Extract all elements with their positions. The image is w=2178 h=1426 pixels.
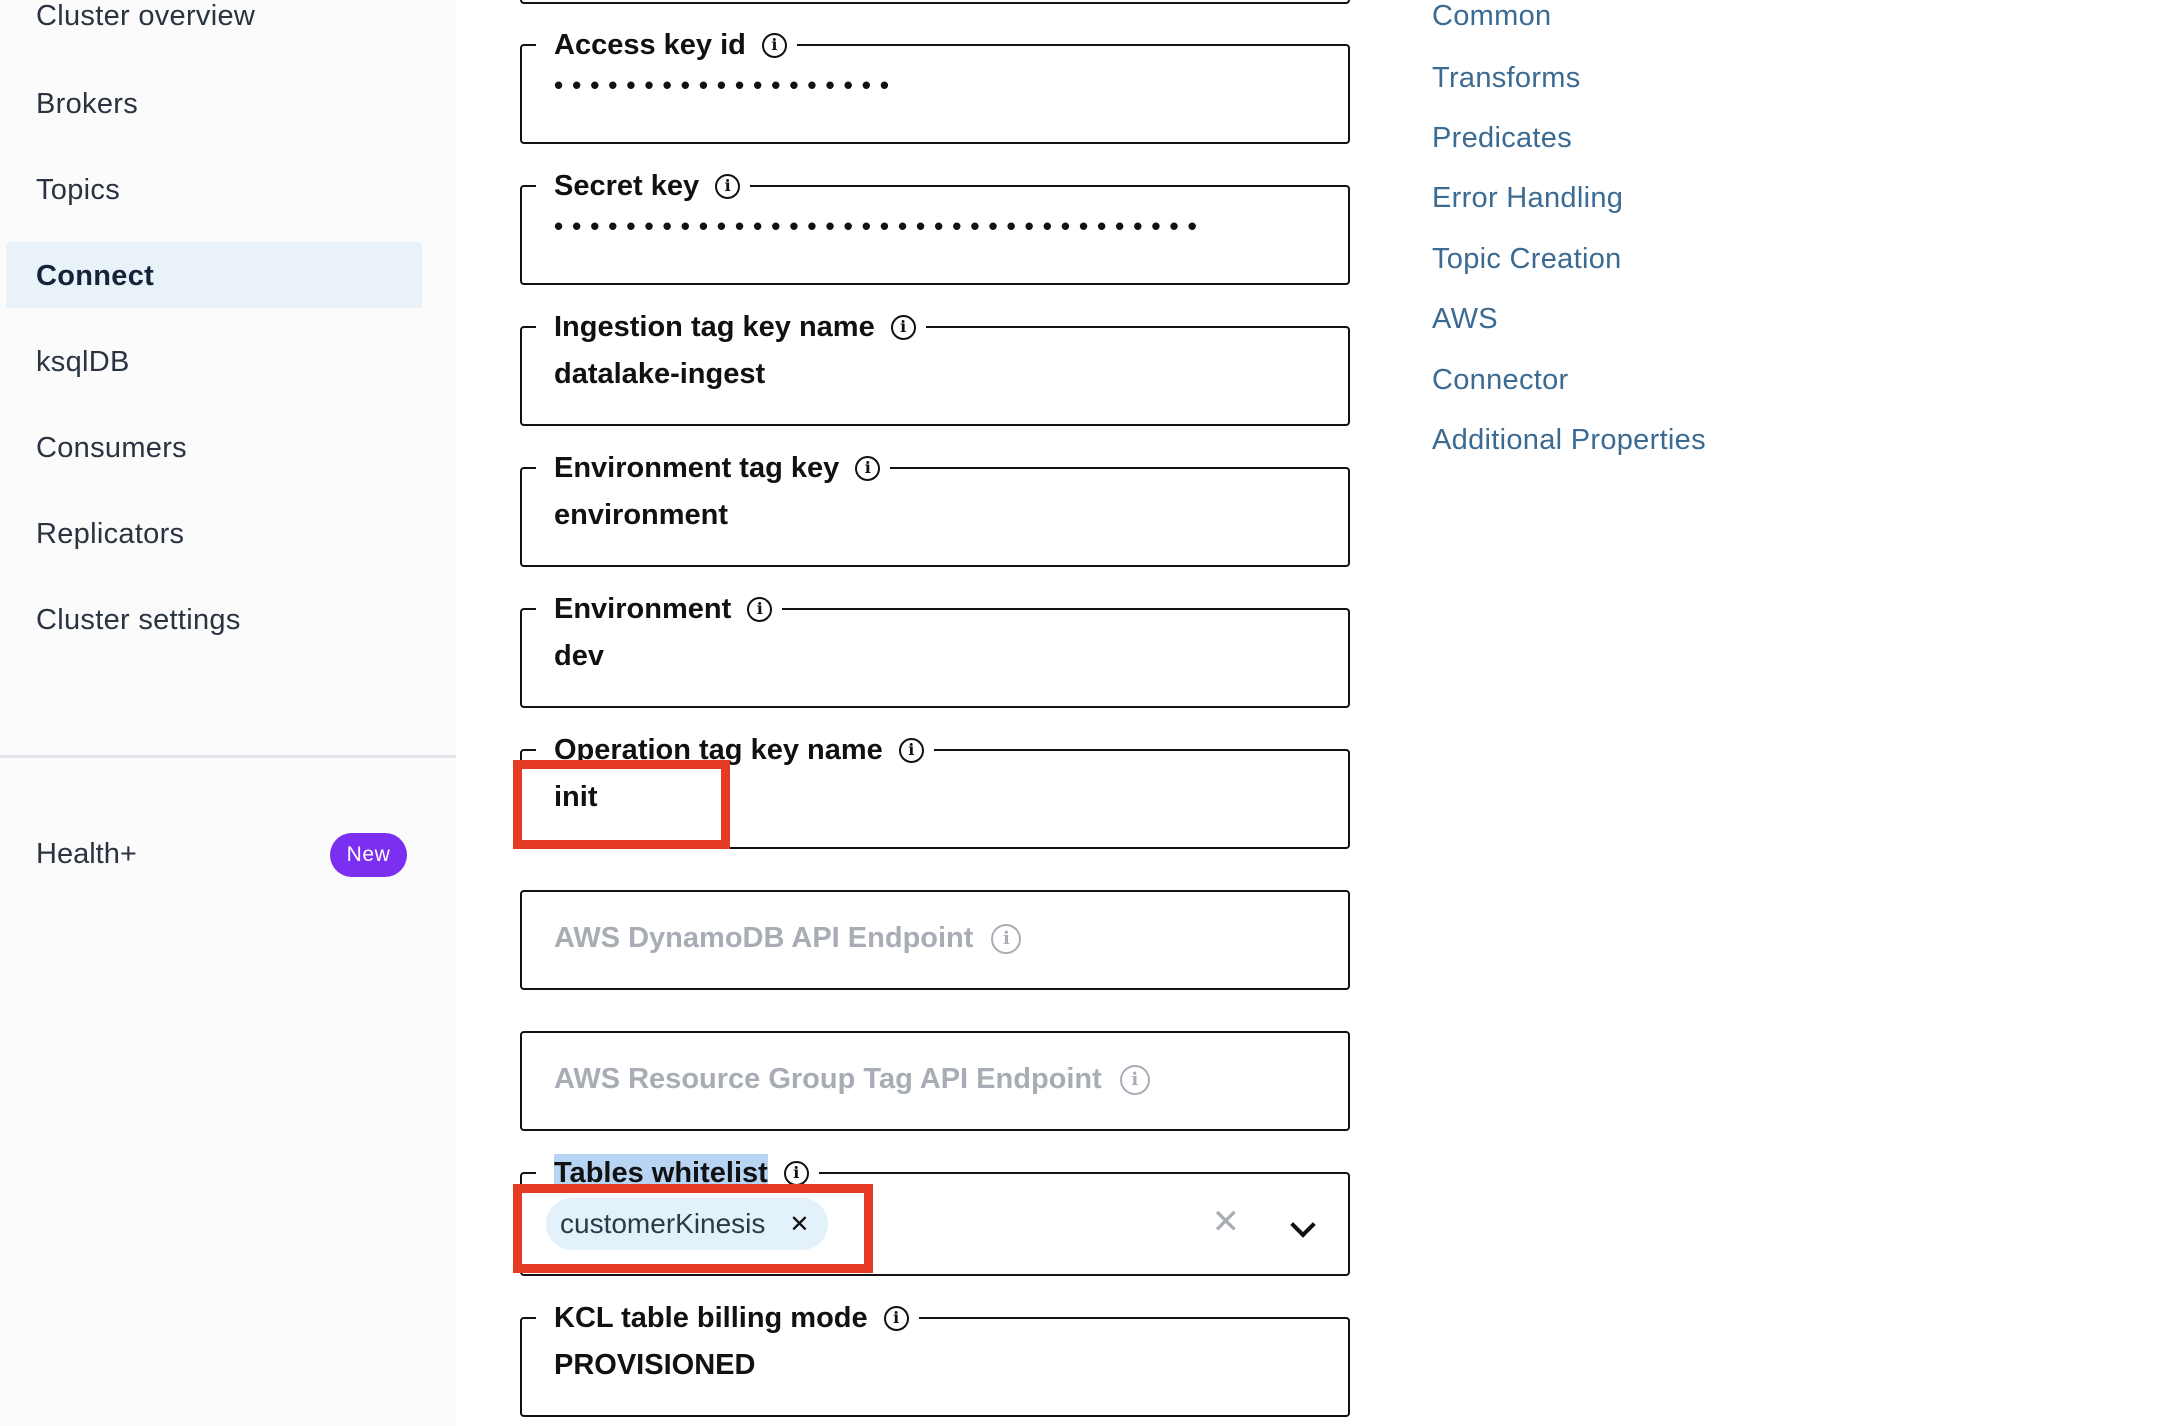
info-icon[interactable]: i — [991, 923, 1022, 954]
environment-field[interactable]: Environment i dev — [520, 590, 1350, 708]
chip-label: customerKinesis — [560, 1208, 766, 1239]
field-label: KCL table billing mode i — [536, 1299, 919, 1337]
info-icon[interactable]: i — [890, 314, 916, 340]
toc-link-connector[interactable]: Connector — [1432, 364, 1569, 397]
toc-link-topic-creation[interactable]: Topic Creation — [1432, 243, 1622, 276]
field-label: Tables whitelist i — [536, 1154, 819, 1192]
sidebar-item-ksqldb[interactable]: ksqlDB — [36, 346, 130, 379]
chevron-down-icon[interactable] — [1290, 1212, 1316, 1238]
kcl-table-billing-mode-label: KCL table billing mode — [554, 1302, 868, 1334]
kcl-table-billing-mode-field[interactable]: KCL table billing mode i PROVISIONED — [520, 1299, 1350, 1417]
operation-tag-key-name-label: Operation tag key name — [554, 734, 883, 766]
tables-whitelist-label: Tables whitelist — [554, 1154, 768, 1192]
clear-icon[interactable]: ✕ — [1212, 1202, 1241, 1242]
info-icon[interactable]: i — [855, 455, 881, 481]
field-label: Secret key i — [536, 167, 751, 205]
field-label: Environment tag key i — [536, 449, 891, 487]
environment-label: Environment — [554, 593, 732, 625]
info-icon[interactable]: i — [1119, 1064, 1150, 1095]
sidebar-item-connect[interactable]: Connect — [36, 260, 154, 293]
operation-tag-key-name-field[interactable]: Operation tag key name i init — [520, 731, 1350, 849]
tables-whitelist-select[interactable]: Tables whitelist i customerKinesis ✕ ✕ — [520, 1154, 1350, 1276]
environment-tag-key-input[interactable]: environment — [554, 499, 728, 532]
sidebar-item-consumers[interactable]: Consumers — [36, 432, 187, 465]
toc-link-transforms[interactable]: Transforms — [1432, 62, 1581, 95]
placeholder-text: AWS DynamoDB API Endpoint — [554, 922, 974, 954]
environment-tag-key-label: Environment tag key — [554, 452, 840, 484]
secret-key-input[interactable]: •••••••••••••••••••••••••••••••••••• — [554, 211, 1206, 242]
sidebar-item-replicators[interactable]: Replicators — [36, 518, 184, 551]
sidebar-item-health-plus[interactable]: Health+ — [36, 838, 137, 871]
sidebar-item-cluster-overview[interactable]: Cluster overview — [36, 0, 255, 33]
sidebar-item-cluster-settings[interactable]: Cluster settings — [36, 604, 241, 637]
ingestion-tag-key-name-label: Ingestion tag key name — [554, 311, 875, 343]
access-key-id-input[interactable]: ••••••••••••••••••• — [554, 70, 898, 101]
access-key-id-label: Access key id — [554, 29, 746, 61]
secret-key-label: Secret key — [554, 170, 700, 202]
kcl-table-billing-mode-input[interactable]: PROVISIONED — [554, 1349, 755, 1382]
ingestion-tag-key-name-input[interactable]: datalake-ingest — [554, 358, 765, 391]
info-icon[interactable]: i — [783, 1160, 809, 1186]
sidebar-item-brokers[interactable]: Brokers — [36, 88, 138, 121]
toc-link-predicates[interactable]: Predicates — [1432, 122, 1572, 155]
environment-input[interactable]: dev — [554, 640, 604, 673]
dynamodb-endpoint-placeholder: AWS DynamoDB API Endpoint i — [554, 922, 1022, 955]
info-icon[interactable]: i — [747, 596, 773, 622]
operation-tag-key-name-input[interactable]: init — [554, 781, 598, 814]
toc-link-additional-properties[interactable]: Additional Properties — [1432, 424, 1706, 457]
placeholder-text: AWS Resource Group Tag API Endpoint — [554, 1063, 1102, 1095]
field-above-edge — [520, 0, 1350, 4]
field-label: Operation tag key name i — [536, 731, 934, 769]
selected-tag-chip: customerKinesis ✕ — [546, 1198, 828, 1250]
access-key-id-field[interactable]: Access key id i ••••••••••••••••••• — [520, 26, 1350, 144]
toc-link-aws[interactable]: AWS — [1432, 303, 1498, 336]
sidebar: Cluster overview Brokers Topics Connect … — [0, 0, 456, 1426]
close-icon[interactable]: ✕ — [789, 1210, 809, 1239]
dynamodb-endpoint-field[interactable]: AWS DynamoDB API Endpoint i — [520, 890, 1350, 990]
toc-link-common[interactable]: Common — [1432, 0, 1551, 33]
environment-tag-key-field[interactable]: Environment tag key i environment — [520, 449, 1350, 567]
resource-group-endpoint-placeholder: AWS Resource Group Tag API Endpoint i — [554, 1063, 1150, 1096]
field-label: Access key id i — [536, 26, 797, 64]
field-label: Ingestion tag key name i — [536, 308, 926, 346]
info-icon[interactable]: i — [761, 32, 787, 58]
ingestion-tag-key-name-field[interactable]: Ingestion tag key name i datalake-ingest — [520, 308, 1350, 426]
secret-key-field[interactable]: Secret key i •••••••••••••••••••••••••••… — [520, 167, 1350, 285]
toc-link-error-handling[interactable]: Error Handling — [1432, 182, 1623, 215]
new-badge: New — [330, 833, 407, 877]
resource-group-endpoint-field[interactable]: AWS Resource Group Tag API Endpoint i — [520, 1031, 1350, 1131]
sidebar-divider — [0, 755, 456, 758]
sidebar-item-topics[interactable]: Topics — [36, 174, 120, 207]
info-icon[interactable]: i — [883, 1305, 909, 1331]
field-label: Environment i — [536, 590, 783, 628]
info-icon[interactable]: i — [898, 737, 924, 763]
info-icon[interactable]: i — [715, 173, 741, 199]
